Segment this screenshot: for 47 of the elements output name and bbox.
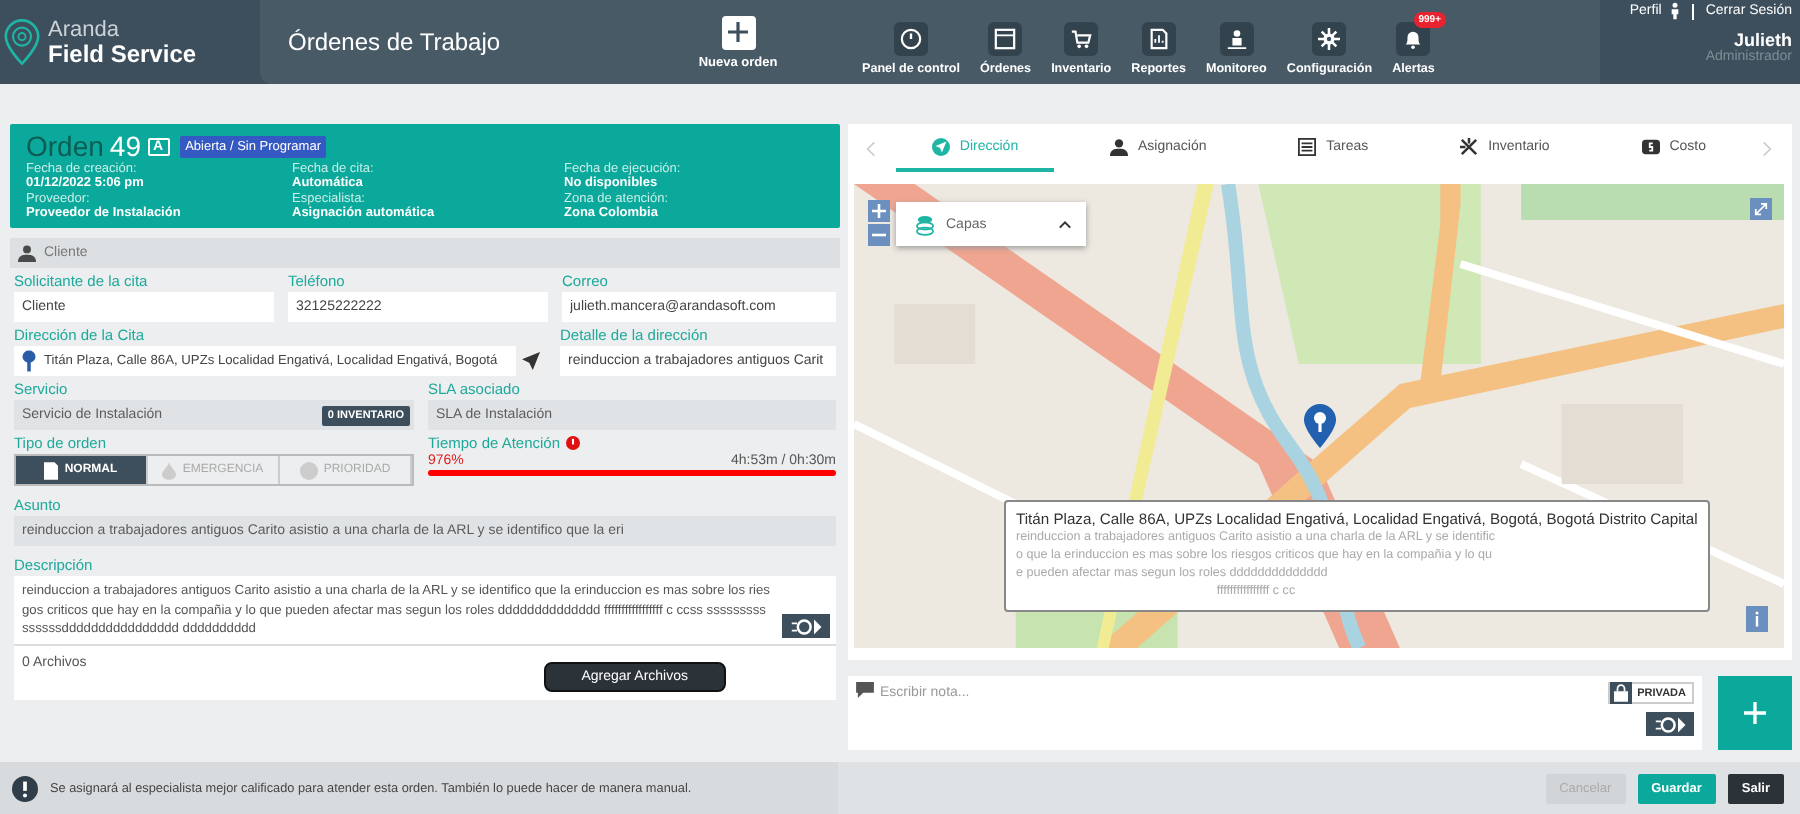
order-title: Orden (26, 130, 104, 162)
logo-text: Field Service (48, 41, 197, 65)
location-pin-icon (22, 350, 36, 372)
navigation-arrow-icon (931, 137, 950, 155)
gauge-icon (900, 27, 922, 49)
user-name: Julieth (1733, 30, 1792, 50)
minus-icon (872, 228, 886, 242)
window-icon (994, 27, 1017, 49)
plus-icon (872, 204, 886, 218)
camera-icon (790, 617, 822, 635)
alert-icon (566, 436, 581, 450)
list-icon (1298, 137, 1317, 155)
camera-icon (1654, 715, 1686, 733)
report-icon (1147, 27, 1170, 49)
alert-icon (12, 775, 38, 801)
camera-button[interactable] (782, 614, 830, 638)
alert-icon (299, 461, 318, 479)
tools-icon (1460, 137, 1479, 155)
person-icon (1669, 2, 1680, 20)
settings-icon (1318, 27, 1341, 49)
location-pin-icon (1304, 404, 1336, 448)
add-note-button[interactable] (1718, 676, 1792, 750)
zoom-in-button[interactable] (868, 200, 890, 222)
chevron-up-icon (1058, 219, 1072, 229)
fullscreen-button[interactable] (1750, 198, 1772, 220)
order-number: 49 (109, 130, 141, 162)
document-icon (44, 461, 59, 479)
cart-icon (1070, 27, 1093, 49)
camera-button[interactable] (1646, 712, 1694, 736)
info-icon (1754, 610, 1760, 628)
lock-icon (1613, 684, 1628, 702)
page-title: Órdenes de Trabajo (286, 28, 503, 56)
money-icon (1641, 137, 1660, 155)
plus-icon (1744, 702, 1766, 724)
plus-icon (726, 20, 750, 44)
chat-icon (856, 682, 874, 698)
expand-icon (1754, 202, 1768, 216)
layers-icon (916, 213, 934, 235)
person-icon (1225, 27, 1248, 49)
logo-text: Aranda (48, 19, 121, 41)
drop-icon (162, 461, 177, 479)
person-icon (1110, 137, 1128, 155)
person-icon (18, 244, 36, 262)
location-pin-icon (4, 18, 40, 66)
info-button[interactable] (1746, 606, 1768, 632)
zoom-out-button[interactable] (868, 224, 890, 246)
bell-icon (1402, 27, 1425, 49)
